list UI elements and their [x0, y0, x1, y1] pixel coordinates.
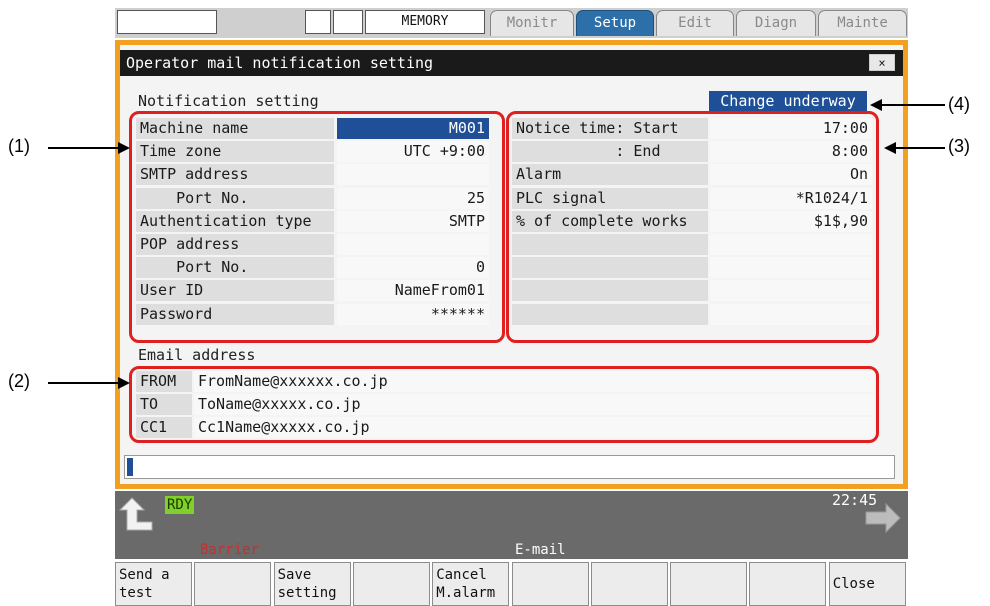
function-key-line2: Close — [832, 576, 875, 592]
function-key-line1: Send a — [119, 567, 170, 583]
function-key-line2: M.alarm — [436, 585, 496, 601]
window-title: Operator mail notification setting — [126, 54, 434, 72]
top-bar: MEMORY Monitr Setup Edit Diagn Mainte — [115, 8, 908, 38]
status-box-3 — [333, 10, 363, 34]
callout-label-2: (2) — [8, 371, 30, 391]
function-key-8[interactable] — [670, 562, 748, 606]
callout-arrow-2 — [48, 382, 122, 384]
function-key-10[interactable]: Close — [828, 562, 906, 606]
callout-label-4: (4) — [948, 94, 970, 114]
tab-mainte[interactable]: Mainte — [818, 10, 907, 36]
status-badge: Change underway — [709, 91, 867, 111]
function-key-7[interactable] — [590, 562, 668, 606]
callout-arrow-1 — [48, 147, 122, 149]
status-box-1 — [117, 10, 217, 34]
arrow-left-icon — [884, 142, 896, 154]
status-box-2 — [305, 10, 331, 34]
return-arrow-icon[interactable] — [118, 496, 158, 536]
command-input[interactable] — [124, 455, 895, 479]
callout-box-2 — [129, 366, 879, 443]
input-cursor — [127, 458, 133, 476]
tab-diagn[interactable]: Diagn — [736, 10, 816, 36]
function-key-1[interactable]: Send a test — [115, 562, 192, 606]
function-key-3[interactable]: Save setting — [273, 562, 351, 606]
callout-arrow-4 — [882, 104, 945, 106]
arrow-right-icon — [118, 377, 130, 389]
mode-indicator: MEMORY — [365, 10, 485, 34]
callout-label-1: (1) — [8, 136, 30, 156]
arrow-right-icon — [118, 142, 130, 154]
function-key-5[interactable]: Cancel M.alarm — [432, 562, 510, 606]
callout-arrow-3 — [895, 147, 945, 149]
window-titlebar: Operator mail notification setting × — [120, 50, 903, 76]
email-heading: Email address — [138, 346, 256, 364]
function-key-line2: setting — [277, 585, 337, 601]
function-key-line1: Cancel — [436, 567, 487, 583]
callout-box-1 — [129, 111, 505, 343]
arrow-left-icon — [870, 99, 882, 111]
function-key-line2: test — [119, 585, 153, 601]
barrier-label: Barrier — [200, 542, 260, 558]
function-key-line1: Save — [277, 567, 312, 583]
notification-heading: Notification setting — [138, 92, 319, 110]
function-key-line1 — [833, 566, 905, 575]
close-window-button[interactable]: × — [869, 54, 895, 71]
email-menu-label: E-mail — [515, 542, 566, 558]
next-arrow-icon[interactable] — [862, 502, 904, 536]
tab-setup[interactable]: Setup — [576, 10, 654, 36]
function-key-6[interactable] — [511, 562, 589, 606]
tab-edit[interactable]: Edit — [656, 10, 734, 36]
callout-label-3: (3) — [948, 136, 970, 156]
callout-box-3 — [506, 111, 879, 343]
function-key-4[interactable] — [352, 562, 430, 606]
tab-monitr[interactable]: Monitr — [490, 10, 574, 36]
ready-indicator: RDY — [165, 496, 195, 514]
function-key-9[interactable] — [749, 562, 827, 606]
function-key-2[interactable] — [194, 562, 272, 606]
